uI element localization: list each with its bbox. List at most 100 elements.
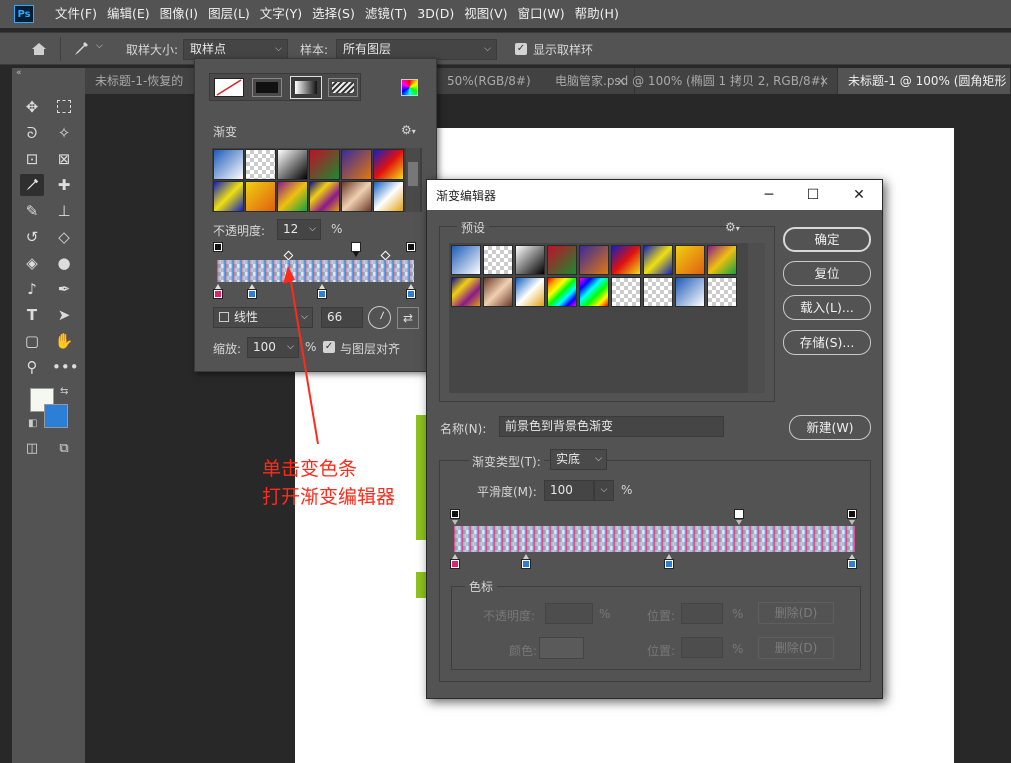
stop-opacity-input[interactable] [545,603,593,624]
menu-image[interactable]: 图像(I) [155,0,203,28]
gradient-preset-swatch[interactable] [611,245,641,275]
gradient-preset-swatch[interactable] [245,181,276,212]
close-icon[interactable]: ✕ [837,180,881,210]
gradient-preset-swatch[interactable] [611,277,641,307]
gradient-preset-swatch[interactable] [213,149,244,180]
color-picker-icon[interactable] [401,79,418,96]
opacity-stop[interactable] [451,510,459,518]
opacity-location-input[interactable] [681,603,723,624]
gradient-fill-icon[interactable] [290,76,322,99]
gradient-preset-swatch[interactable] [675,245,705,275]
opacity-stop[interactable] [352,243,360,251]
color-stop[interactable] [407,290,415,298]
gear-icon[interactable]: ⚙▾ [725,220,740,234]
gradient-preset-swatch[interactable] [707,245,737,275]
tab-computer-manager[interactable]: 电脑管家.psd @ 100% (椭圆 1 拷贝 2, RGB/8#) × [545,68,838,94]
no-fill-icon[interactable] [214,78,244,97]
pen-tool-icon[interactable]: ✒ [52,278,76,300]
collapse-icon[interactable]: « [16,68,22,78]
rectangle-tool-icon[interactable]: ▢ [20,330,44,352]
gradient-preset-swatch[interactable] [579,245,609,275]
gradient-preset-swatch[interactable] [515,277,545,307]
gradient-preset-swatch[interactable] [341,149,372,180]
name-input[interactable]: 前景色到背景色渐变 [499,416,724,437]
gradient-preset-swatch[interactable] [483,245,513,275]
screen-mode-icon[interactable]: ⧉ [52,438,76,460]
ok-button[interactable]: 确定 [783,227,871,252]
frame-tool-icon[interactable]: ⊠ [52,148,76,170]
color-stop[interactable] [248,290,256,298]
quick-mask-icon[interactable]: ◫ [20,438,44,460]
menu-help[interactable]: 帮助(H) [570,0,624,28]
new-button[interactable]: 新建(W) [789,415,871,440]
midpoint-diamond[interactable] [283,250,294,261]
reset-button[interactable]: 复位 [783,261,871,286]
gradient-preset-swatch[interactable] [373,181,404,212]
more-tools-icon[interactable]: ••• [52,356,79,378]
menu-edit[interactable]: 编辑(E) [102,0,155,28]
delete-color-stop-button[interactable]: 删除(D) [758,637,834,659]
chevron-down-icon[interactable]: ⌵ [594,480,614,501]
gradient-preview-bar[interactable] [454,526,855,552]
gradient-preset-swatch[interactable] [277,149,308,180]
type-tool-icon[interactable]: T [20,304,44,326]
color-stop[interactable] [522,560,530,568]
brush-tool-icon[interactable]: ✎ [20,200,44,222]
load-button[interactable]: 载入(L)... [783,295,871,320]
color-stop[interactable] [214,290,222,298]
gradient-preset-swatch[interactable] [451,277,481,307]
solid-fill-icon[interactable] [252,78,282,97]
menu-3d[interactable]: 3D(D) [412,0,459,28]
color-stop[interactable] [848,560,856,568]
blur-tool-icon[interactable]: ● [52,252,76,274]
gradient-preset-swatch[interactable] [515,245,545,275]
show-ring-checkbox[interactable]: ✓ [515,43,527,55]
eraser-tool-icon[interactable]: ◇ [52,226,76,248]
path-select-icon[interactable]: ➤ [52,304,76,326]
gradient-preset-swatch[interactable] [245,149,276,180]
opacity-stop[interactable] [735,510,743,518]
background-color-swatch[interactable] [44,404,68,428]
midpoint-diamond[interactable] [380,250,391,261]
gradient-preset-swatch[interactable] [341,181,372,212]
tab-untitled-active[interactable]: 未标题-1 @ 100% (圆角矩形 [838,68,1011,94]
delete-opacity-stop-button[interactable]: 删除(D) [758,602,834,624]
gradient-preset-swatch[interactable] [277,181,308,212]
gradient-preset-swatch[interactable] [483,277,513,307]
gradient-preset-swatch[interactable] [675,277,705,307]
swap-colors-icon[interactable]: ⇆ [60,386,68,397]
magic-wand-icon[interactable]: ✧ [52,122,76,144]
color-stop[interactable] [451,560,459,568]
angle-dial[interactable] [368,306,391,329]
reverse-icon[interactable]: ⇄ [397,307,419,329]
lasso-tool-icon[interactable]: ᘐ [20,122,44,144]
dodge-tool-icon[interactable]: ♪ [20,278,44,300]
marquee-tool-icon[interactable] [52,96,76,118]
hand-tool-icon[interactable]: ✋ [52,330,76,352]
save-button[interactable]: 存储(S)... [783,330,871,355]
opacity-stop[interactable] [848,510,856,518]
default-colors-icon[interactable]: ◧ [28,418,37,429]
color-location-input[interactable] [681,637,723,658]
stamp-tool-icon[interactable]: ⊥ [52,200,76,222]
gradient-type-select[interactable]: 实底 ⌵ [550,449,607,470]
gradient-preset-swatch[interactable] [451,245,481,275]
crop-tool-icon[interactable]: ⊡ [20,148,44,170]
healing-brush-icon[interactable]: ✚ [52,174,76,196]
menu-file[interactable]: 文件(F) [50,0,102,28]
opacity-stop[interactable] [214,243,222,251]
opacity-stop[interactable] [407,243,415,251]
eyedropper-icon[interactable] [20,174,44,196]
eyedropper-tool-icon[interactable] [72,40,90,58]
history-brush-icon[interactable]: ↺ [20,226,44,248]
gradient-preset-swatch[interactable] [707,277,737,307]
presets-scrollbar[interactable] [406,148,420,212]
zoom-tool-icon[interactable]: ⚲ [20,356,44,378]
menu-filter[interactable]: 滤镜(T) [360,0,412,28]
gradient-preset-swatch[interactable] [547,245,577,275]
move-tool-icon[interactable]: ✥ [20,96,44,118]
menu-view[interactable]: 视图(V) [459,0,512,28]
gradient-preset-swatch[interactable] [579,277,609,307]
sample-size-select[interactable]: 取样点 ⌵ [183,39,288,60]
menu-window[interactable]: 窗口(W) [513,0,570,28]
